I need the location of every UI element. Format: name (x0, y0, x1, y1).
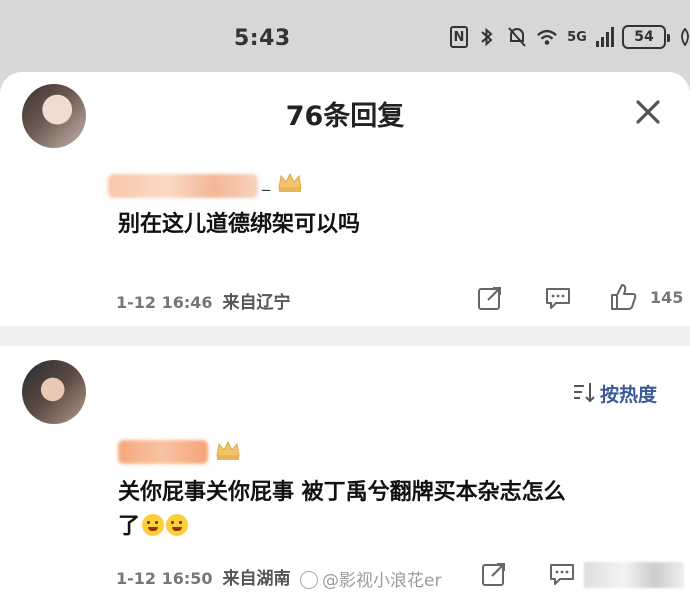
like-icon[interactable] (608, 282, 637, 310)
comment-meta: 1-12 16:50 来自湖南 (116, 564, 291, 589)
avatar[interactable] (22, 360, 86, 424)
sort-icon[interactable] (572, 380, 596, 404)
sort-button[interactable]: 按热度 (600, 380, 657, 407)
comment-location: 来自辽宁 (222, 293, 291, 313)
signal-icon (596, 27, 614, 47)
comment-location: 来自湖南 (222, 569, 291, 589)
status-icons: N 5G 54 (450, 25, 690, 49)
comment-text-line1: 关你屁事关你屁事 被丁禹兮翻牌买本杂志怎么 (118, 480, 566, 505)
username-blurred[interactable] (108, 174, 258, 198)
comment-icon[interactable] (544, 284, 572, 312)
crown-badge-icon (276, 170, 304, 194)
crying-emoji-icon (142, 514, 165, 536)
watermark: @影视小浪花er (300, 566, 441, 591)
nfc-icon: N (450, 26, 468, 48)
share-icon[interactable] (480, 560, 508, 588)
sheet-title: 76条回复 (285, 101, 405, 132)
close-icon[interactable] (630, 94, 666, 130)
crown-badge-icon (214, 438, 242, 462)
comment-icon[interactable] (548, 560, 576, 588)
weibo-icon (300, 571, 318, 589)
bluetooth-icon (476, 25, 498, 49)
username-suffix: _ (262, 172, 270, 191)
status-time: 5:43 (234, 26, 291, 51)
network-type: 5G (567, 29, 587, 45)
comment-text: 别在这儿道德绑架可以吗 (118, 212, 361, 237)
like-count: 145 (650, 288, 684, 307)
leaf-icon (674, 25, 690, 49)
comment-date: 1-12 16:46 (116, 293, 213, 312)
mute-bell-icon (506, 25, 528, 49)
watermark-text: @影视小浪花er (322, 571, 442, 591)
sheet-header: 76条回复 (0, 72, 690, 150)
like-area-blurred[interactable] (584, 562, 684, 588)
crying-emoji-icon (166, 514, 189, 536)
comment-date: 1-12 16:50 (116, 569, 213, 588)
comment-text-tail: 了 (118, 514, 141, 539)
status-bar: 5:43 N 5G 54 (0, 0, 690, 72)
avatar[interactable] (22, 84, 86, 148)
section-divider (0, 326, 690, 346)
comment-meta: 1-12 16:46 来自辽宁 (116, 288, 291, 313)
wifi-icon (536, 25, 558, 49)
reply-sheet: 76条回复 _ 别在这儿道德绑架可以吗 1-12 16:46 来自辽宁 145 按… (0, 72, 690, 594)
battery-icon: 54 (622, 25, 670, 49)
share-icon[interactable] (476, 284, 504, 312)
comment-text-line2: 了 (118, 510, 678, 544)
username-blurred[interactable] (118, 440, 208, 464)
